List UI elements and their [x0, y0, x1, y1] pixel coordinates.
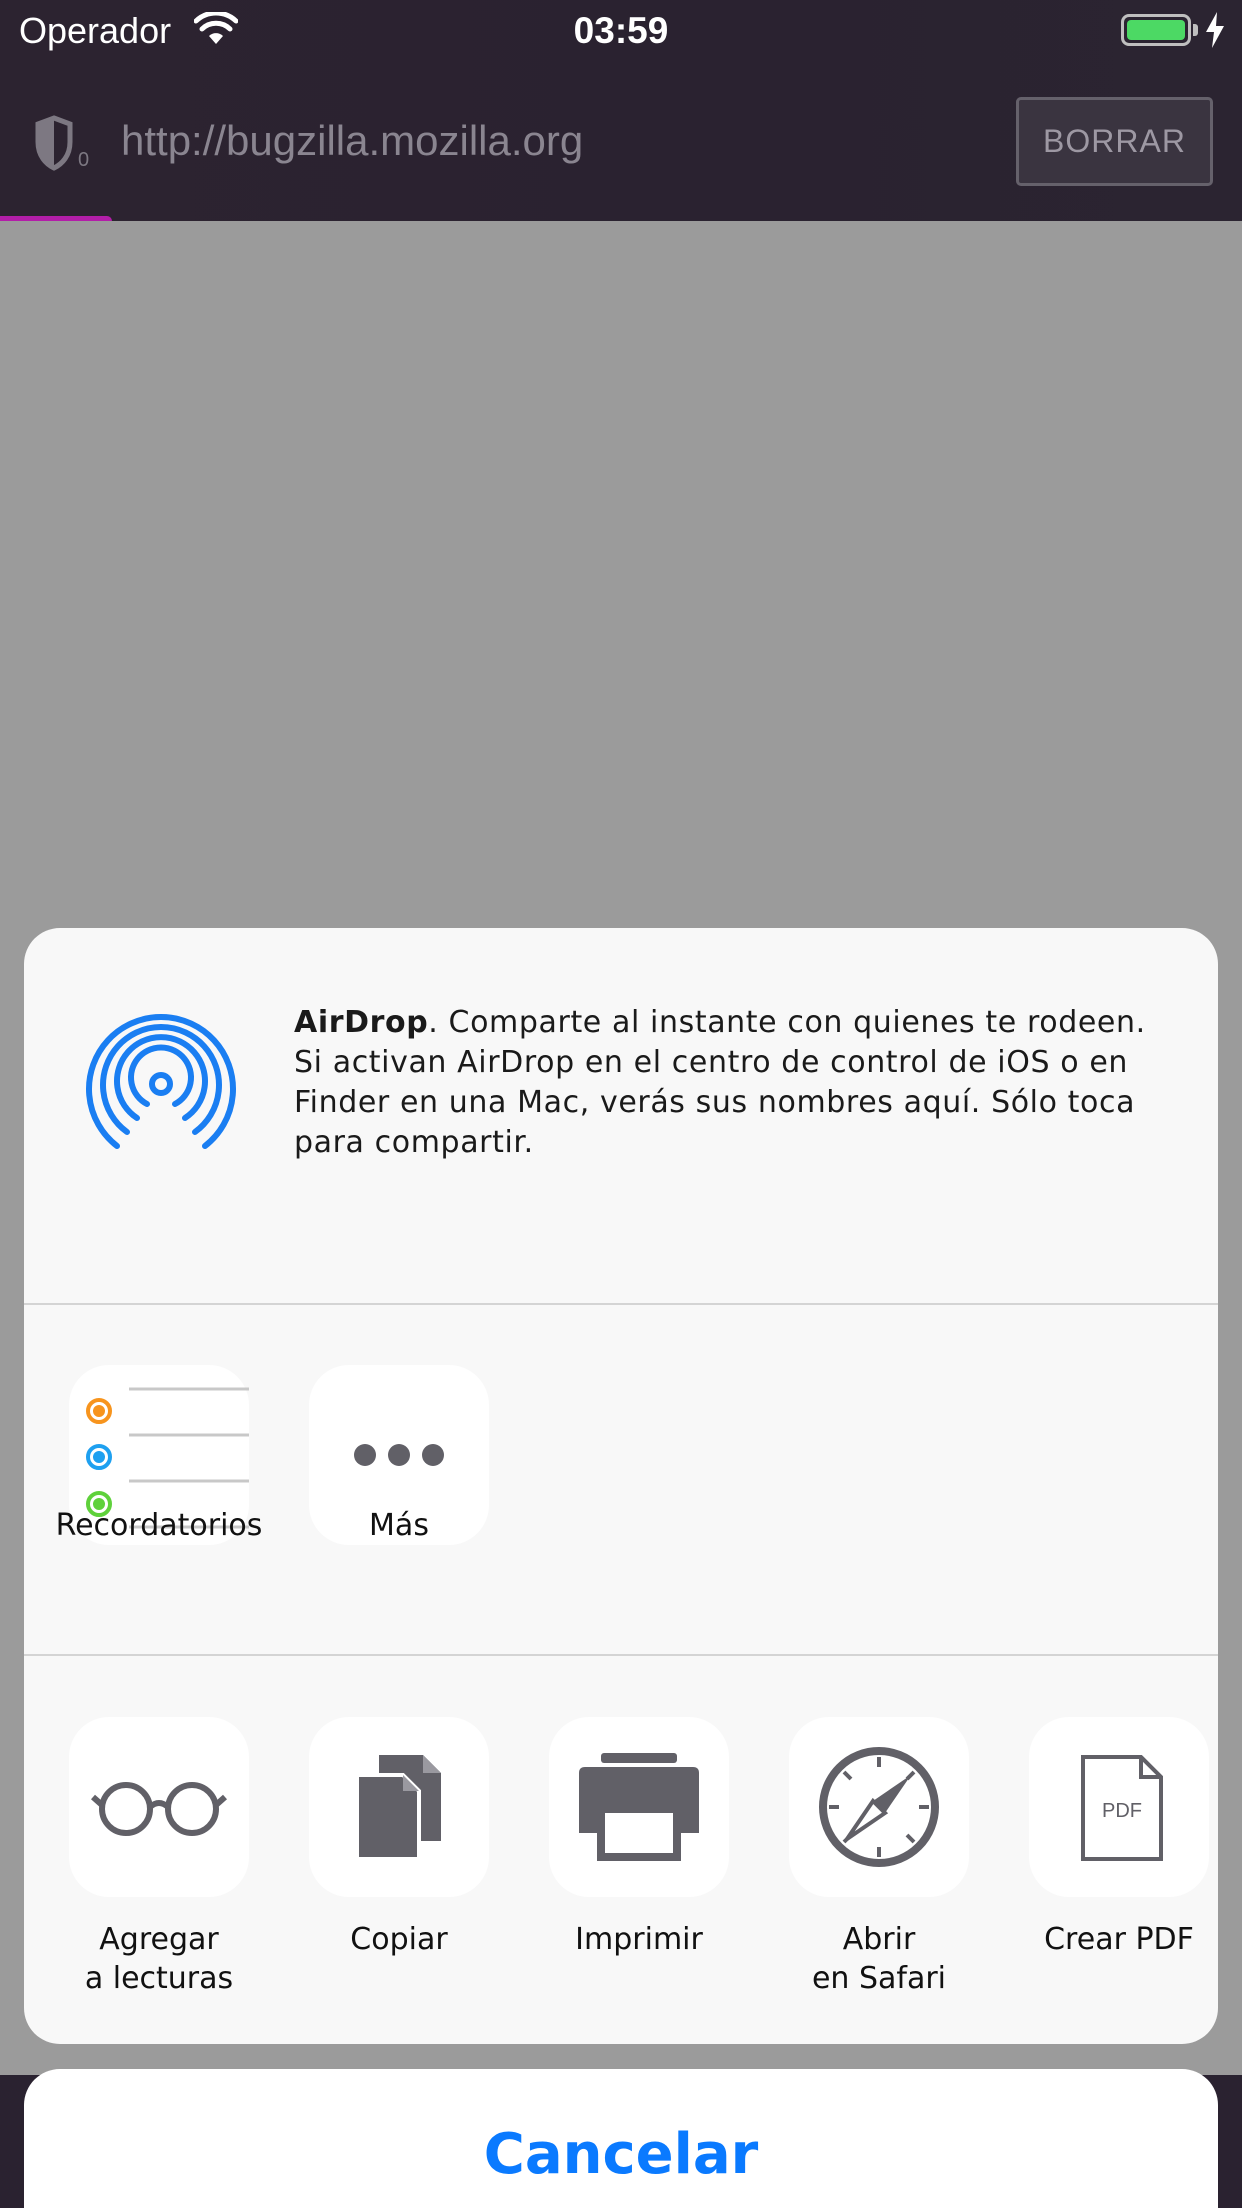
- open-in-safari-button[interactable]: [789, 1717, 969, 1897]
- tracking-protection-shield-icon[interactable]: 0: [34, 114, 90, 174]
- svg-text:0: 0: [78, 149, 89, 171]
- browser-header: Operador 03:59 0 http://bugzilla.mozilla…: [0, 0, 1242, 226]
- compass-icon: [819, 1747, 939, 1867]
- pdf-icon: PDF: [1081, 1755, 1163, 1861]
- battery-icon: [1121, 14, 1191, 46]
- divider: [24, 1654, 1218, 1656]
- charging-bolt-icon: [1206, 12, 1224, 48]
- url-bar: 0 http://bugzilla.mozilla.org BORRAR: [0, 62, 1242, 221]
- label-line: Agregar: [99, 1922, 219, 1957]
- print-button[interactable]: [549, 1717, 729, 1897]
- create-pdf-label: Crear PDF: [999, 1920, 1218, 1959]
- svg-text:PDF: PDF: [1102, 1800, 1142, 1822]
- copy-icon: [355, 1755, 441, 1861]
- cancel-button[interactable]: Cancelar: [24, 2069, 1218, 2208]
- add-to-reading-list-label: Agregar a lecturas: [39, 1920, 279, 1998]
- cancel-sheet: Cancelar: [24, 2069, 1218, 2208]
- airdrop-description: AirDrop. Comparte al instante con quiene…: [294, 1003, 1174, 1163]
- label-line: Crear PDF: [1044, 1922, 1194, 1957]
- label-line: Copiar: [350, 1922, 448, 1957]
- label-line: a lecturas: [84, 1961, 234, 1996]
- label-line: en Safari: [811, 1961, 947, 1996]
- share-sheet: AirDrop. Comparte al instante con quiene…: [24, 928, 1218, 2044]
- airdrop-icon: [86, 1014, 236, 1149]
- printer-icon: [579, 1753, 699, 1861]
- glasses-icon: [91, 1782, 227, 1836]
- create-pdf-button[interactable]: PDF: [1029, 1717, 1209, 1897]
- label-line: Abrir: [842, 1922, 916, 1957]
- open-in-safari-label: Abrir en Safari: [759, 1920, 999, 1998]
- more-label: Más: [369, 1508, 429, 1543]
- reminders-label: Recordatorios: [55, 1508, 263, 1543]
- label-line: Imprimir: [575, 1922, 703, 1957]
- url-text[interactable]: http://bugzilla.mozilla.org: [121, 117, 583, 165]
- airdrop-title: AirDrop: [294, 1005, 429, 1040]
- status-bar: Operador 03:59: [0, 0, 1242, 62]
- clock: 03:59: [573, 10, 669, 51]
- add-to-reading-list-button[interactable]: [69, 1717, 249, 1897]
- battery-nub: [1193, 24, 1198, 36]
- print-label: Imprimir: [519, 1920, 759, 1959]
- copy-label: Copiar: [279, 1920, 519, 1959]
- divider: [24, 1303, 1218, 1305]
- airdrop-section[interactable]: AirDrop. Comparte al instante con quiene…: [24, 928, 1218, 1303]
- copy-button[interactable]: [309, 1717, 489, 1897]
- erase-button[interactable]: BORRAR: [1016, 97, 1213, 186]
